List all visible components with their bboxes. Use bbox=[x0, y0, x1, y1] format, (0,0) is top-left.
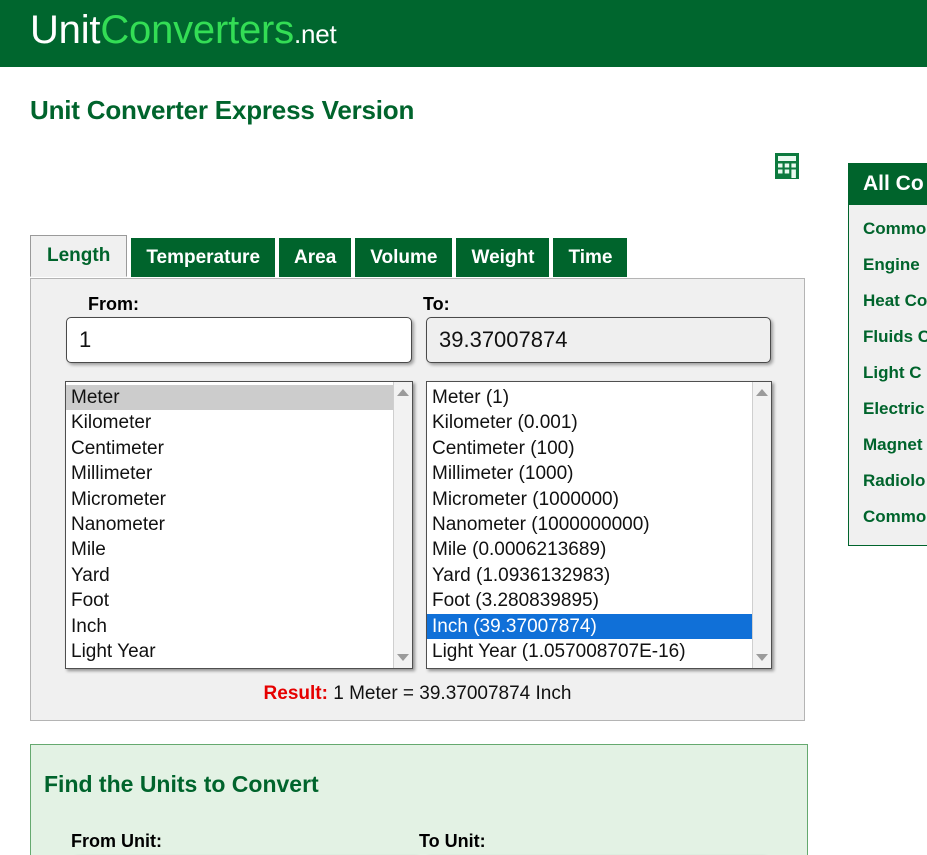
list-item[interactable]: Centimeter (100) bbox=[427, 436, 752, 461]
list-item[interactable]: Kilometer (0.001) bbox=[427, 410, 752, 435]
scroll-down-icon[interactable] bbox=[397, 654, 409, 661]
sidebar-item-engineering[interactable]: Engine bbox=[849, 247, 927, 283]
site-logo[interactable]: UnitConverters.net bbox=[30, 8, 337, 53]
sidebar-item-common-2[interactable]: Commo bbox=[849, 499, 927, 535]
logo-text-unit: Unit bbox=[30, 8, 101, 52]
category-tabs: Length Temperature Area Volume Weight Ti… bbox=[30, 235, 628, 278]
list-item[interactable]: Yard bbox=[66, 563, 393, 588]
tab-length[interactable]: Length bbox=[30, 235, 128, 278]
list-item[interactable]: Foot (3.280839895) bbox=[427, 588, 752, 613]
sidebar-list: Commo Engine Heat Co Fluids C Light C El… bbox=[849, 205, 927, 545]
from-value-input[interactable] bbox=[66, 317, 412, 363]
converter-panel: From: To: Meter Kilometer Centimeter Mil… bbox=[30, 278, 805, 721]
list-item[interactable]: Kilometer bbox=[66, 410, 393, 435]
sidebar-item-electricity[interactable]: Electric bbox=[849, 391, 927, 427]
sidebar-item-radiology[interactable]: Radiolo bbox=[849, 463, 927, 499]
calculator-icon[interactable] bbox=[775, 153, 799, 179]
logo-text-converters: Converters bbox=[100, 8, 294, 52]
from-unit-listbox[interactable]: Meter Kilometer Centimeter Millimeter Mi… bbox=[65, 381, 413, 669]
sidebar-item-fluids[interactable]: Fluids C bbox=[849, 319, 927, 355]
tab-area[interactable]: Area bbox=[279, 238, 352, 278]
sidebar-item-light[interactable]: Light C bbox=[849, 355, 927, 391]
list-item[interactable]: Light Year bbox=[66, 639, 393, 664]
scroll-up-icon[interactable] bbox=[756, 389, 768, 396]
main-content: Unit Converter Express Version Length Te… bbox=[0, 67, 820, 855]
to-value-output[interactable] bbox=[426, 317, 771, 363]
to-unit-list: Meter (1) Kilometer (0.001) Centimeter (… bbox=[427, 382, 752, 668]
list-item[interactable]: Inch (39.37007874) bbox=[427, 613, 752, 640]
list-item[interactable]: Centimeter bbox=[66, 436, 393, 461]
from-list-scrollbar[interactable] bbox=[393, 382, 412, 668]
to-list-scrollbar[interactable] bbox=[752, 382, 771, 668]
site-header: UnitConverters.net bbox=[0, 0, 927, 67]
list-item[interactable]: Meter bbox=[66, 385, 393, 411]
sidebar-item-magnetism[interactable]: Magnet bbox=[849, 427, 927, 463]
list-item[interactable]: Micrometer bbox=[66, 487, 393, 512]
find-to-label: To Unit: bbox=[419, 831, 486, 851]
from-label: From: bbox=[88, 294, 139, 314]
find-units-panel: Find the Units to Convert From Unit: To … bbox=[30, 744, 808, 855]
result-line: Result: 1 Meter = 39.37007874 Inch bbox=[31, 683, 804, 705]
sidebar-item-heat[interactable]: Heat Co bbox=[849, 283, 927, 319]
to-label: To: bbox=[423, 294, 450, 314]
list-item[interactable]: Millimeter (1000) bbox=[427, 461, 752, 486]
scroll-up-icon[interactable] bbox=[397, 389, 409, 396]
list-item[interactable]: Light Year (1.057008707E-16) bbox=[427, 639, 752, 664]
list-item[interactable]: Micrometer (1000000) bbox=[427, 487, 752, 512]
list-item[interactable]: Nanometer (1000000000) bbox=[427, 512, 752, 537]
page-title: Unit Converter Express Version bbox=[30, 95, 415, 125]
list-item[interactable]: Yard (1.0936132983) bbox=[427, 563, 752, 588]
list-item[interactable]: Meter (1) bbox=[427, 385, 752, 410]
list-item[interactable]: Millimeter bbox=[66, 461, 393, 486]
tab-volume[interactable]: Volume bbox=[355, 238, 453, 278]
tab-time[interactable]: Time bbox=[553, 238, 628, 278]
list-item[interactable]: Inch bbox=[66, 614, 393, 639]
scroll-down-icon[interactable] bbox=[756, 654, 768, 661]
sidebar-header: All Co bbox=[849, 164, 927, 205]
list-item[interactable]: Mile bbox=[66, 537, 393, 562]
to-unit-listbox[interactable]: Meter (1) Kilometer (0.001) Centimeter (… bbox=[426, 381, 772, 669]
result-label: Result: bbox=[263, 683, 328, 704]
all-converters-sidebar: All Co Commo Engine Heat Co Fluids C Lig… bbox=[848, 163, 927, 546]
result-value: 1 Meter = 39.37007874 Inch bbox=[333, 683, 572, 704]
list-item[interactable]: Nanometer bbox=[66, 512, 393, 537]
find-from-label: From Unit: bbox=[71, 831, 162, 851]
from-unit-list: Meter Kilometer Centimeter Millimeter Mi… bbox=[66, 382, 393, 668]
sidebar-item-common[interactable]: Commo bbox=[849, 211, 927, 247]
tab-temperature[interactable]: Temperature bbox=[131, 238, 276, 278]
tab-weight[interactable]: Weight bbox=[456, 238, 550, 278]
logo-text-net: .net bbox=[293, 19, 337, 49]
find-units-title: Find the Units to Convert bbox=[44, 771, 319, 797]
page-body: Unit Converter Express Version Length Te… bbox=[0, 67, 927, 855]
list-item[interactable]: Foot bbox=[66, 588, 393, 613]
list-item[interactable]: Mile (0.0006213689) bbox=[427, 537, 752, 562]
